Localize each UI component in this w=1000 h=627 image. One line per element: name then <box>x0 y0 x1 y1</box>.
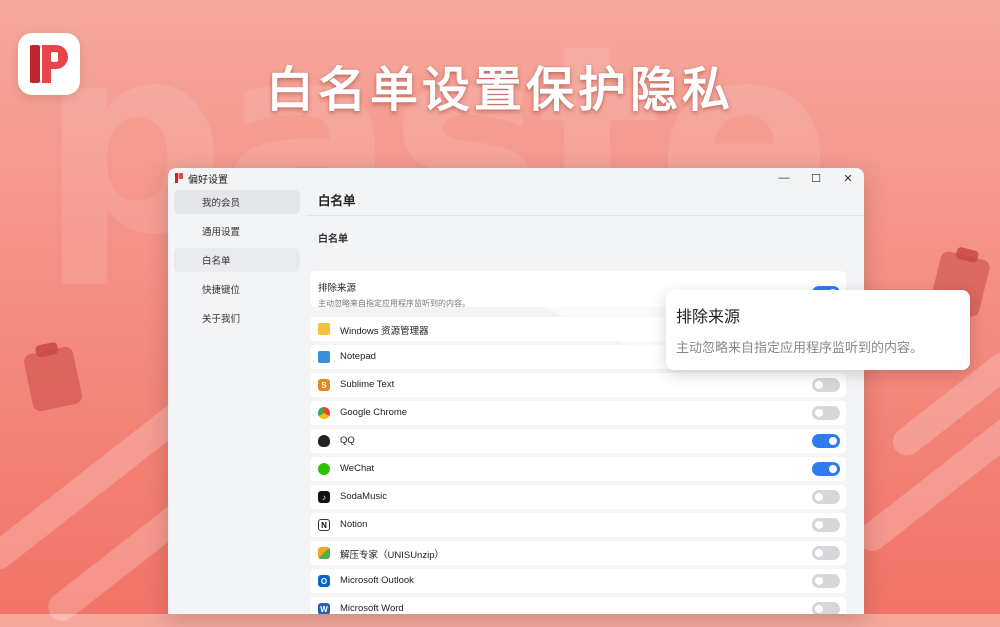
sidebar-item-about[interactable]: 关于我们 <box>174 306 300 330</box>
sidebar-item-whitelist[interactable]: 白名单 <box>174 248 300 272</box>
app-toggle[interactable] <box>812 406 840 420</box>
close-button[interactable]: ✕ <box>832 168 864 188</box>
unzip-icon <box>318 547 330 559</box>
page-title: 白名单 <box>306 188 864 216</box>
notion-icon: N <box>318 519 330 531</box>
app-name: QQ <box>340 435 355 446</box>
app-toggle[interactable] <box>812 378 840 392</box>
app-name: Windows 资源管理器 <box>340 326 429 337</box>
app-name: Microsoft Word <box>340 603 404 614</box>
app-row: O Microsoft Outlook <box>310 569 846 593</box>
app-row: S Sublime Text <box>310 373 846 397</box>
window-titlebar[interactable]: 偏好设置 — ☐ ✕ <box>168 168 864 188</box>
app-toggle[interactable] <box>812 490 840 504</box>
section-title: 白名单 <box>318 234 348 245</box>
window-controls: — ☐ ✕ <box>768 168 864 188</box>
minimize-button[interactable]: — <box>768 168 800 188</box>
sidebar-item-shortcuts[interactable]: 快捷键位 <box>174 277 300 301</box>
settings-content: 白名单 白名单 排除来源 主动忽略来自指定应用程序监听到的内容。 Windows… <box>306 188 864 614</box>
exclude-source-callout: 排除来源 主动忽略来自指定应用程序监听到的内容。 <box>666 290 970 370</box>
word-icon: W <box>318 603 330 614</box>
clipboard-icon <box>22 345 84 413</box>
app-name: Notion <box>340 519 368 530</box>
app-toggle[interactable] <box>812 546 840 560</box>
preferences-window: 偏好设置 — ☐ ✕ 我的会员 通用设置 白名单 快捷键位 关于我们 白名单 白… <box>168 168 864 614</box>
sublime-text-icon: S <box>318 379 330 391</box>
app-row: Google Chrome <box>310 401 846 425</box>
sidebar-item-membership[interactable]: 我的会员 <box>174 190 300 214</box>
app-row: WeChat <box>310 457 846 481</box>
settings-sidebar: 我的会员 通用设置 白名单 快捷键位 关于我们 <box>168 188 306 330</box>
app-icon <box>175 173 183 183</box>
wechat-icon <box>318 463 330 475</box>
app-toggle[interactable] <box>812 518 840 532</box>
app-toggle[interactable] <box>812 434 840 448</box>
outlook-icon: O <box>318 575 330 587</box>
app-row: W Microsoft Word <box>310 597 846 614</box>
app-toggle[interactable] <box>812 602 840 614</box>
app-name: Microsoft Outlook <box>340 575 414 586</box>
app-row: 解压专家（UNISUnzip） <box>310 541 846 565</box>
maximize-button[interactable]: ☐ <box>800 168 832 188</box>
app-row: N Notion <box>310 513 846 537</box>
callout-description: 主动忽略来自指定应用程序监听到的内容。 <box>676 340 924 355</box>
app-toggle[interactable] <box>812 462 840 476</box>
notepad-icon <box>318 351 330 363</box>
sidebar-item-general[interactable]: 通用设置 <box>174 219 300 243</box>
app-name: 解压专家（UNISUnzip） <box>340 550 444 561</box>
window-title: 偏好设置 <box>188 175 228 186</box>
chrome-icon <box>318 407 330 419</box>
exclude-source-description: 主动忽略来自指定应用程序监听到的内容。 <box>318 299 470 308</box>
sodamusic-icon: ♪ <box>318 491 330 503</box>
app-row: ♪ SodaMusic <box>310 485 846 509</box>
app-name: Sublime Text <box>340 379 395 390</box>
app-name: Google Chrome <box>340 407 408 418</box>
app-name: SodaMusic <box>340 491 387 502</box>
app-name: WeChat <box>340 463 375 474</box>
app-name: Notepad <box>340 351 376 362</box>
banner-headline: 白名单设置保护隐私 <box>265 64 734 117</box>
folder-icon <box>318 323 330 335</box>
qq-icon <box>318 435 330 447</box>
exclude-source-label: 排除来源 <box>318 283 357 294</box>
app-toggle[interactable] <box>812 574 840 588</box>
callout-title: 排除来源 <box>676 309 741 326</box>
app-row: QQ <box>310 429 846 453</box>
